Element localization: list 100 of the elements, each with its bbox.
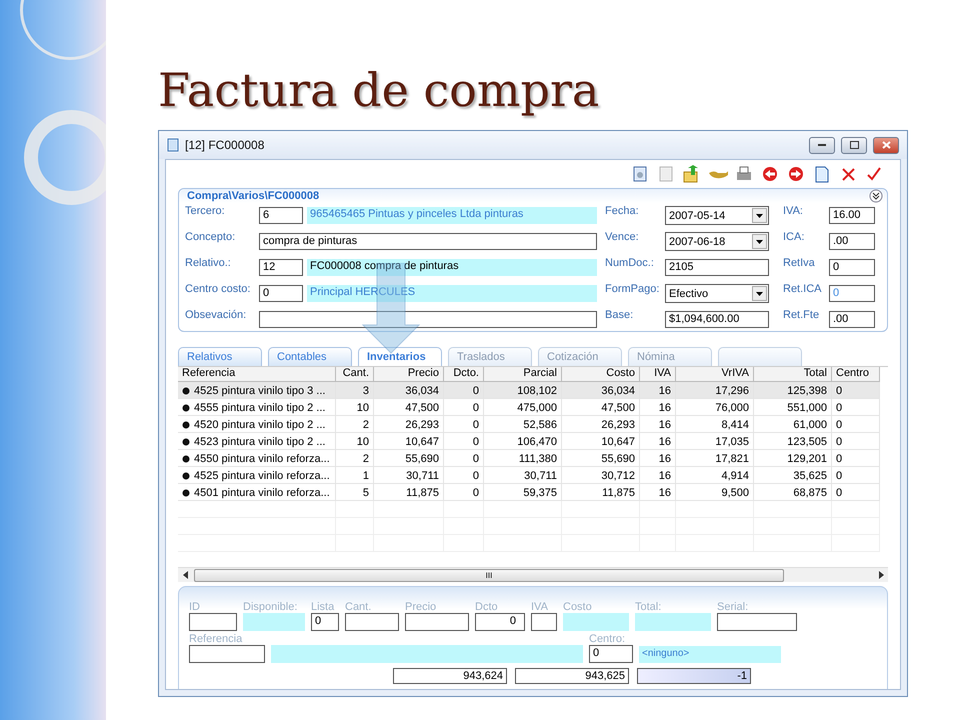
document-icon[interactable]	[633, 166, 647, 182]
text-field[interactable]: 2105	[665, 259, 769, 276]
horizontal-scrollbar[interactable]: III	[178, 567, 888, 582]
dropdown[interactable]: Efectivo	[665, 284, 769, 303]
table-cell: 123,505	[754, 433, 832, 450]
table-cell: 17,821	[676, 450, 754, 467]
table-cell: 11,875	[374, 484, 444, 501]
column-header[interactable]: Total	[754, 367, 832, 382]
table-cell: 3	[336, 382, 374, 399]
table-cell: 5	[336, 484, 374, 501]
code-field[interactable]: 12	[259, 259, 303, 276]
left-arrow-icon[interactable]	[182, 571, 188, 579]
text-field[interactable]: compra de pinturas	[259, 233, 597, 250]
table-cell: 108,102	[484, 382, 562, 399]
table-cell: 11,875	[562, 484, 640, 501]
table-cell: 111,380	[484, 450, 562, 467]
column-header[interactable]: Precio	[374, 367, 444, 382]
input-field[interactable]	[531, 613, 557, 631]
table-cell: 52,586	[484, 416, 562, 433]
column-header[interactable]: Centro	[832, 367, 880, 382]
input-field[interactable]	[189, 645, 265, 663]
collapse-icon[interactable]	[869, 189, 883, 203]
table-cell: 0	[832, 416, 880, 433]
table-cell	[444, 501, 484, 518]
caret-icon	[756, 240, 763, 244]
field-label: NumDoc.:	[605, 257, 655, 269]
bullet-icon	[182, 489, 190, 497]
table-cell: 10	[336, 433, 374, 450]
table-cell: 17,035	[676, 433, 754, 450]
bullet-icon	[182, 472, 190, 480]
column-header[interactable]: VrIVA	[676, 367, 754, 382]
description-field: Principal HERCULES	[307, 285, 597, 302]
input-field[interactable]: 0	[589, 645, 633, 663]
total-field: 943,624	[393, 668, 507, 684]
field-label: Concepto:	[185, 231, 236, 243]
text-field[interactable]	[259, 311, 597, 328]
new-page-icon[interactable]	[815, 166, 829, 182]
table-cell: 26,293	[374, 416, 444, 433]
column-header[interactable]: IVA	[640, 367, 676, 382]
text-field[interactable]: 16.00	[829, 207, 875, 224]
table-cell: 4550 pintura vinilo reforza...	[178, 450, 336, 467]
table-cell: 4,914	[676, 467, 754, 484]
column-header[interactable]: Parcial	[484, 367, 562, 382]
close-button[interactable]	[873, 136, 899, 154]
description-field: 965465465 Pintuas y pinceles Ltda pinturas	[307, 207, 597, 224]
table-cell: 30,712	[562, 467, 640, 484]
scrollbar-thumb[interactable]: III	[194, 568, 784, 582]
column-header[interactable]: Dcto.	[444, 367, 484, 382]
close-icon[interactable]	[842, 168, 854, 180]
field-label: Relativo.:	[185, 257, 232, 269]
right-arrow-icon[interactable]	[878, 571, 884, 579]
minimize-icon	[818, 144, 826, 146]
maximize-button[interactable]	[841, 136, 867, 154]
maximize-icon	[850, 141, 858, 149]
table-cell: 35,625	[754, 467, 832, 484]
table-cell: 68,875	[754, 484, 832, 501]
text-field[interactable]: .00	[829, 311, 875, 328]
column-header[interactable]: Referencia	[178, 367, 336, 382]
table-cell: 76,000	[676, 399, 754, 416]
table-cell: 16	[640, 467, 676, 484]
bullet-icon	[182, 455, 190, 463]
field-label: Ret.ICA	[783, 283, 823, 295]
input-field[interactable]	[345, 613, 399, 631]
input-field[interactable]: 0	[475, 613, 525, 631]
input-field[interactable]	[405, 613, 469, 631]
table-cell: 30,711	[374, 467, 444, 484]
column-header[interactable]: Cant.	[336, 367, 374, 382]
caret-icon	[756, 214, 763, 218]
table-cell: 10,647	[562, 433, 640, 450]
tab[interactable]: Inventarios	[358, 347, 442, 366]
tab[interactable]: Relativos	[178, 347, 262, 366]
table-cell: 4555 pintura vinilo tipo 2 ...	[178, 399, 336, 416]
check-icon[interactable]	[867, 167, 881, 181]
field-label: Serial:	[717, 601, 750, 613]
text-field[interactable]: 0	[829, 259, 875, 276]
text-field[interactable]: .00	[829, 233, 875, 250]
code-field[interactable]: 6	[259, 207, 303, 224]
table-cell	[374, 501, 444, 518]
table-cell: 47,500	[562, 399, 640, 416]
table-cell: 4501 pintura vinilo reforza...	[178, 484, 336, 501]
table-cell: 17,296	[676, 382, 754, 399]
dropdown[interactable]: 2007-06-18	[665, 232, 769, 251]
bullet-icon	[182, 421, 190, 429]
table-cell: 55,690	[374, 450, 444, 467]
minimize-button[interactable]	[809, 136, 835, 154]
table-cell: 61,000	[754, 416, 832, 433]
dropdown[interactable]: 2007-05-14	[665, 206, 769, 225]
table-cell: 0	[832, 399, 880, 416]
tab[interactable]: Contables	[268, 347, 352, 366]
code-field[interactable]: 0	[259, 285, 303, 302]
field-label: RetIva	[783, 257, 816, 269]
table-cell: 8,414	[676, 416, 754, 433]
printer-icon[interactable]	[736, 166, 752, 182]
text-field[interactable]: $1,094,600.00	[665, 311, 769, 328]
table-cell: 9,500	[676, 484, 754, 501]
input-field[interactable]: 0	[311, 613, 339, 631]
column-header[interactable]: Costo	[562, 367, 640, 382]
table-cell: 2	[336, 450, 374, 467]
input-field[interactable]	[189, 613, 237, 631]
input-field[interactable]	[717, 613, 797, 631]
